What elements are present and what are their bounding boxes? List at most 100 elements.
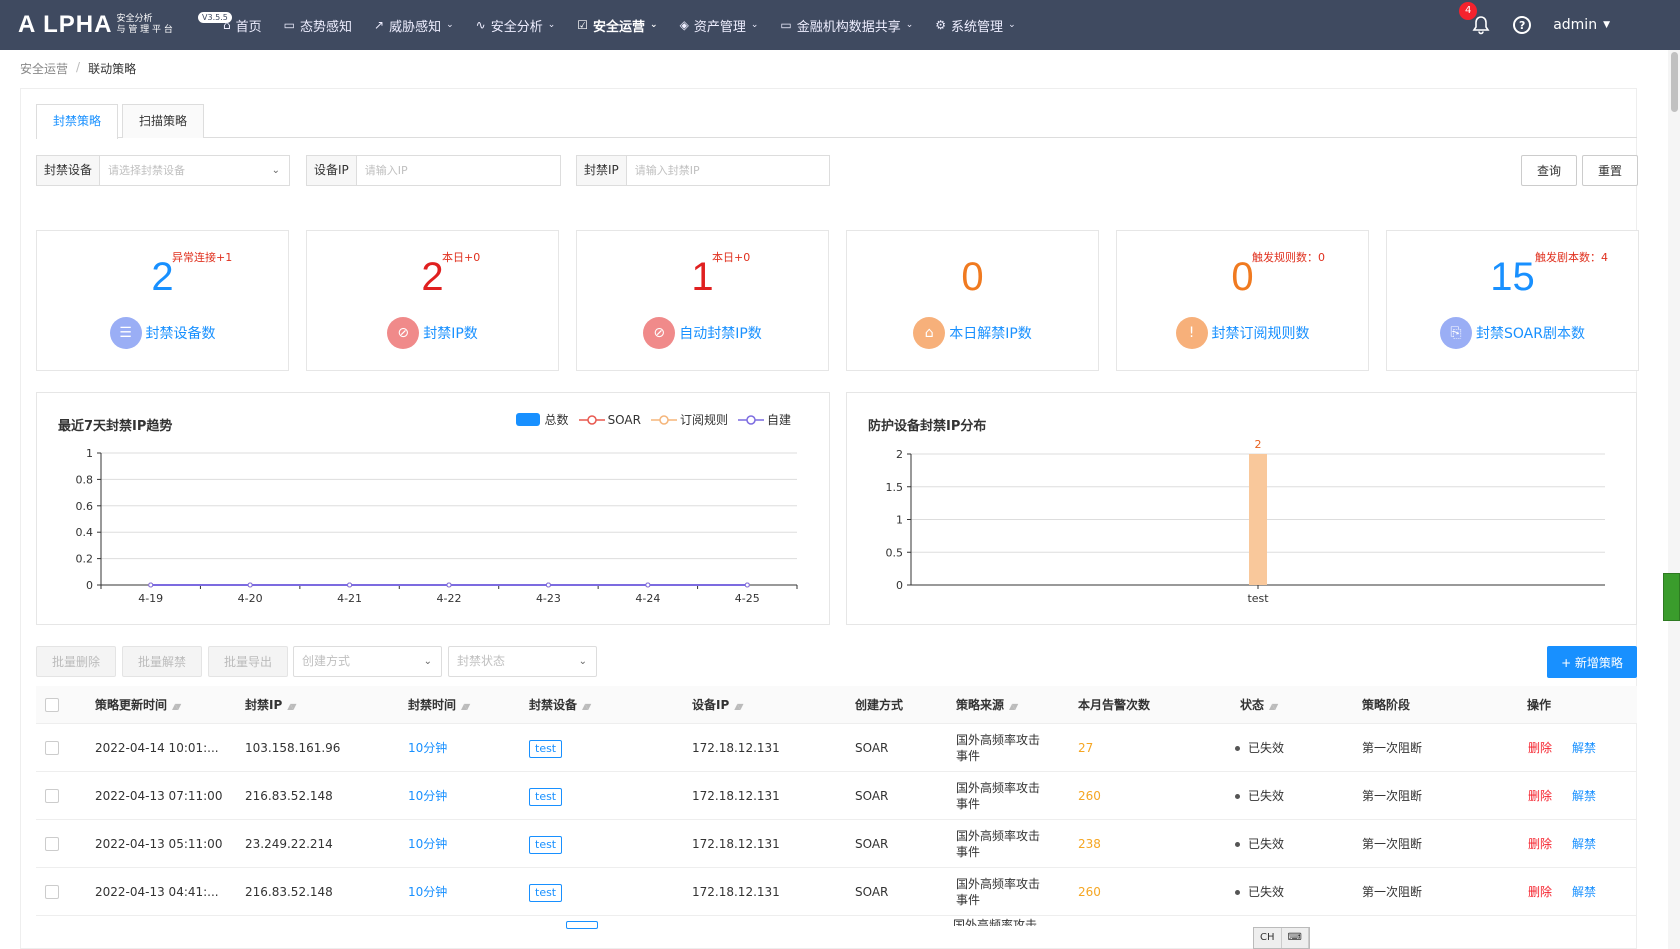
table-header-cell[interactable]: 封禁设备 ▲▼ [529,686,591,726]
stat-card[interactable]: 0 ⌂ 本日解禁IP数 [846,230,1099,371]
nav-item-5[interactable]: ◈ 资产管理 ⌄ [669,0,770,50]
cell-strategy-stage: 第一次阻断 [1362,789,1423,803]
delete-link[interactable]: 删除 [1528,820,1552,868]
auto-ban-icon: ⊘ [643,317,676,349]
delete-link[interactable]: 删除 [1528,868,1552,916]
nav-icon: ⚙ [935,18,947,32]
sort-icon[interactable]: ▲▼ [734,702,743,711]
row-checkbox[interactable] [45,741,59,755]
help-icon[interactable]: ? [1513,16,1532,34]
query-button[interactable]: 查询 [1521,155,1577,186]
unban-link[interactable]: 解禁 [1572,772,1596,820]
batch-unban-button[interactable]: 批量解禁 [122,646,202,677]
sort-icon[interactable]: ▲▼ [1009,702,1018,711]
sort-icon[interactable]: ▲▼ [172,702,181,711]
logo-subtitle-line1: 安全分析 [116,14,153,24]
distribution-chart-card: 防护设备封禁IP分布 0 0.5 1 1.5 2 2 test [846,392,1637,625]
nav-item-1[interactable]: ▭ 态势感知 [273,0,363,50]
breadcrumb-separator: / [76,60,81,74]
sort-icon[interactable]: ▲▼ [461,702,470,711]
sort-icon[interactable]: ▲▼ [287,702,296,711]
sort-icon[interactable]: ▲▼ [582,702,591,711]
unban-link[interactable]: 解禁 [1572,820,1596,868]
side-float-tab[interactable] [1663,573,1680,621]
stat-label: 封禁设备数 [145,326,216,342]
cell-strategy-stage: 第一次阻断 [1362,837,1423,851]
batch-delete-button[interactable]: 批量删除 [36,646,116,677]
notification-bell[interactable]: 4 [1459,2,1491,35]
table-header-cell[interactable]: 封禁时间 ▲▼ [408,686,470,726]
tab-ban-strategy[interactable]: 封禁策略 [36,104,119,139]
unlock-icon: ⌂ [913,317,946,349]
stat-card[interactable]: 2 本日+0 ⊘ 封禁IP数 [306,230,559,371]
y-tick-label: 2 [896,448,903,461]
cell-status: 已失效 [1235,772,1284,820]
device-tag[interactable]: test [529,788,563,806]
table-header-cell[interactable]: 设备IP ▲▼ [692,686,744,726]
nav-item-0[interactable]: ⌂ 首页 [212,0,273,50]
stat-delta: 触发规则数：0 [1252,251,1325,264]
unban-link[interactable]: 解禁 [1572,724,1596,772]
stat-value: 0 [961,255,984,299]
table-header-cell[interactable]: 状态 ▲▼ [1240,686,1278,726]
page-scrollbar-track[interactable] [1668,50,1680,949]
nav-item-6[interactable]: ▭ 金融机构数据共享 ⌄ [769,0,924,50]
trend-chart-card: 最近7天封禁IP趋势 总数 SOAR 订阅规则 自建 0 0.2 0.4 0.6 0.8 1 4-… [36,392,830,625]
nav-item-2[interactable]: ↗ 威胁感知 ⌄ [363,0,465,50]
cell-ban-duration[interactable]: 10分钟 [408,868,447,916]
row-checkbox[interactable] [45,837,59,851]
table-header: 策略更新时间 ▲▼ 封禁IP ▲▼ 封禁时间 ▲▼ 封禁设备 ▲▼ 设备IP ▲▼ 创建方式 策略来源… [36,686,1637,724]
ban-ip-input[interactable]: 请输入封禁IP [627,156,829,185]
nav-item-label: 安全运营 [593,19,646,35]
stat-card[interactable]: 2 异常连接+1 ☰ 封禁设备数 [36,230,289,371]
user-menu[interactable]: admin ▼ [1553,17,1610,33]
unban-link[interactable]: 解禁 [1572,868,1596,916]
ban-device-select[interactable]: 请选择封禁设备 ⌄ [100,156,289,185]
cell-ban-duration[interactable]: 10分钟 [408,772,447,820]
delete-link[interactable]: 删除 [1528,772,1552,820]
logo[interactable]: A LPHA 安全分析 与 管 理 平 台 V3.5.5 [18,8,232,42]
ban-status-select[interactable]: 封禁状态 ⌄ [448,646,597,677]
table-header-cell: 创建方式 [855,686,903,724]
add-strategy-button[interactable]: + 新增策略 [1547,646,1637,678]
device-tag[interactable]: test [529,884,563,902]
source-line-2: 事件 [956,893,981,907]
nav-item-4[interactable]: ☑ 安全运营 ⌄ [566,0,668,50]
device-tag[interactable]: test [529,740,563,758]
x-tick-label: 4-25 [735,592,760,605]
stat-card[interactable]: 0 触发规则数：0! 封禁订阅规则数 [1116,230,1369,371]
delete-link[interactable]: 删除 [1528,724,1552,772]
create-method-select[interactable]: 创建方式 ⌄ [293,646,442,677]
table-header-cell[interactable]: 封禁IP ▲▼ [245,686,297,726]
nav-icon: ☑ [577,18,589,32]
breadcrumb-parent[interactable]: 安全运营 [20,60,68,77]
table-header-cell[interactable]: 策略更新时间 ▲▼ [95,686,181,726]
table-row: 国外高频率攻击 [36,916,1637,949]
data-point [446,582,452,588]
reset-button[interactable]: 重置 [1582,155,1638,186]
cell-device-ip: 172.18.12.131 [692,789,780,803]
x-tick-label: 4-21 [337,592,362,605]
cell-create-method: SOAR [855,741,889,755]
device-ip-input[interactable]: 请输入IP [357,156,560,185]
stat-value: 0 [1231,255,1254,299]
page-scrollbar-thumb[interactable] [1671,52,1678,112]
sort-icon[interactable]: ▲▼ [1269,702,1278,711]
cell-ban-duration[interactable]: 10分钟 [408,820,447,868]
nav-item-7[interactable]: ⚙ 系统管理 ⌄ [924,0,1026,50]
nav-item-3[interactable]: ∿ 安全分析 ⌄ [465,0,567,50]
select-all-checkbox[interactable] [45,698,59,712]
tab-scan-strategy[interactable]: 扫描策略 [122,104,205,138]
row-checkbox[interactable] [45,789,59,803]
batch-export-button[interactable]: 批量导出 [208,646,288,677]
device-tag[interactable]: test [529,836,563,854]
stat-card[interactable]: 1 本日+0 ⊘ 自动封禁IP数 [576,230,829,371]
table-header-cell[interactable]: 策略来源 ▲▼ [956,686,1018,726]
chevron-down-icon: ⌄ [750,20,759,30]
stat-card[interactable]: 15 触发剧本数：4 ⎘ 封禁SOAR剧本数 [1386,230,1639,371]
cell-ban-duration[interactable]: 10分钟 [408,724,447,772]
cell-alert-count: 27 [1078,741,1094,755]
ime-indicator[interactable]: CH ⌨ [1253,927,1310,949]
cell-ban-device: test [529,868,563,916]
row-checkbox[interactable] [45,885,59,899]
